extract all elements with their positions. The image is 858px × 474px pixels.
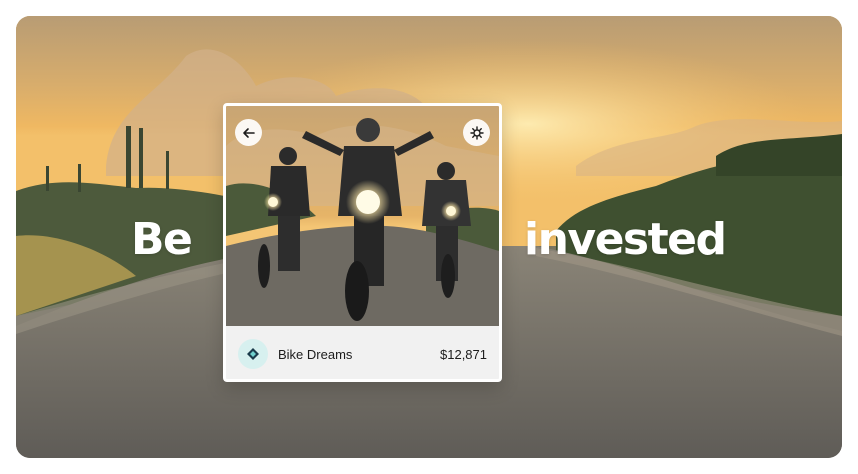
headline-left: Be bbox=[131, 214, 193, 265]
bike-dreams-logo-icon bbox=[247, 348, 259, 360]
product-name: Bike Dreams bbox=[278, 346, 353, 362]
headline-right: invested bbox=[524, 214, 727, 265]
card-footer: Bike Dreams $12,871 bbox=[226, 326, 499, 379]
card-photo bbox=[226, 106, 499, 326]
arrow-left-icon bbox=[242, 127, 255, 138]
settings-button[interactable] bbox=[463, 119, 490, 146]
back-button[interactable] bbox=[235, 119, 262, 146]
product-price: $12,871 bbox=[440, 346, 487, 362]
investment-card[interactable]: Bike Dreams $12,871 bbox=[223, 103, 502, 382]
motorcycle-riders-image bbox=[226, 106, 499, 326]
product-logo bbox=[238, 339, 268, 369]
gear-icon bbox=[469, 125, 484, 140]
